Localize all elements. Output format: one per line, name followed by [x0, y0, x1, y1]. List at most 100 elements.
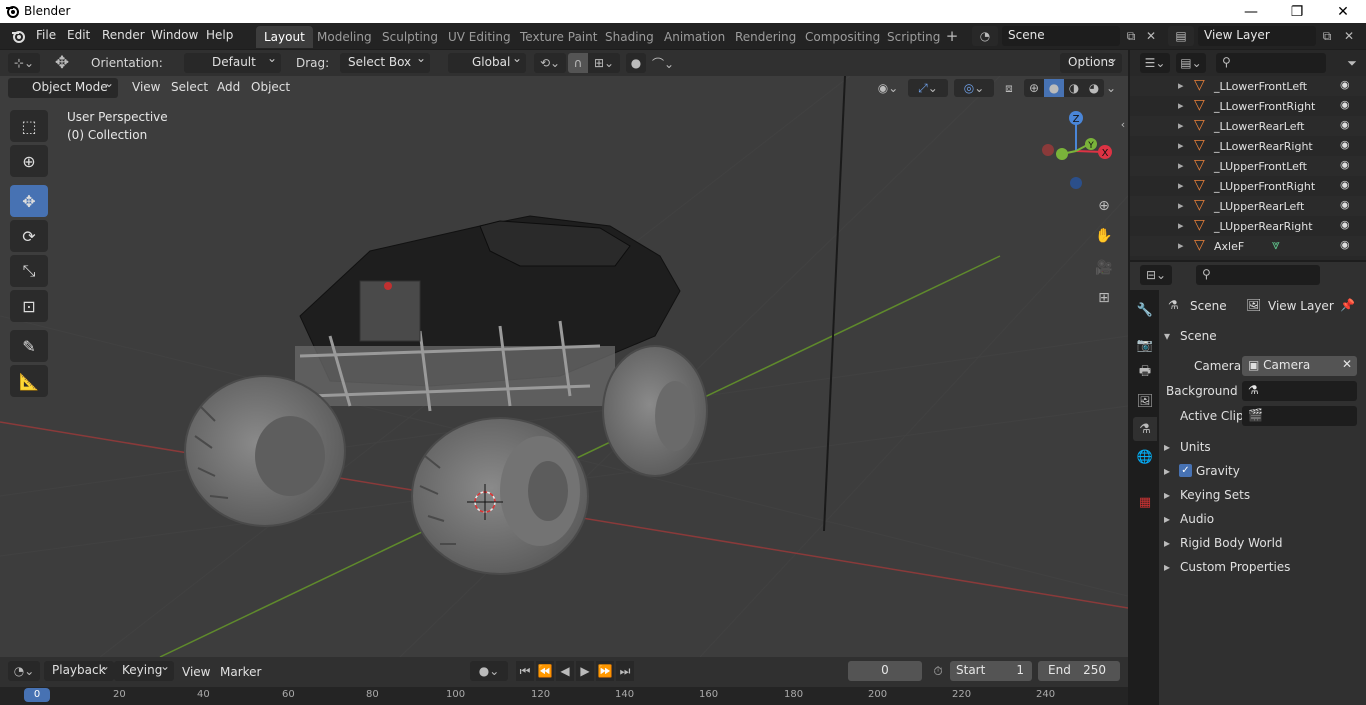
3d-viewport[interactable]: Object Mode View Select Add Object ◉⌄ ⤢⌄…: [0, 76, 1128, 657]
proportional-edit-icon[interactable]: ●: [626, 53, 646, 73]
outliner-item[interactable]: ▸ ▽ _LLowerFrontLeft ◉: [1130, 76, 1366, 96]
timeline-editor-type-icon[interactable]: ◔⌄: [8, 661, 40, 681]
tool-tab-icon[interactable]: 🔧: [1133, 298, 1157, 322]
scene-browse-icon[interactable]: ◔: [972, 26, 998, 46]
jump-keyframe-forward-icon[interactable]: ⏩: [596, 661, 614, 681]
start-frame-field[interactable]: Start 1: [950, 661, 1032, 681]
tab-compositing[interactable]: Compositing: [797, 26, 888, 48]
pin-icon[interactable]: 📌: [1340, 298, 1355, 312]
visibility-eye-icon[interactable]: ◉: [1340, 238, 1350, 251]
visibility-icon[interactable]: ◉⌄: [872, 79, 904, 97]
transform-tool-icon[interactable]: ⊡: [10, 290, 48, 322]
outliner-item[interactable]: ▸ ▽ _LLowerFrontRight ◉: [1130, 96, 1366, 116]
perspective-toggle-icon[interactable]: ⊞: [1092, 286, 1116, 310]
pivot-point-icon[interactable]: ⟲⌄: [534, 53, 566, 73]
visibility-eye-icon[interactable]: ◉: [1340, 78, 1350, 91]
outliner-item[interactable]: ▸ ▽ _LUpperRearLeft ◉: [1130, 196, 1366, 216]
playhead[interactable]: 0: [24, 688, 50, 702]
snap-target-icon[interactable]: ⊞⌄: [588, 53, 620, 73]
menu-file[interactable]: File: [36, 28, 56, 42]
snap-icon[interactable]: ∩: [568, 53, 588, 73]
outliner-editor-type-icon[interactable]: ☰⌄: [1140, 53, 1170, 73]
outliner-item[interactable]: ▸ ▽ AxleF ⩔ ◉: [1130, 236, 1366, 256]
clear-camera-icon[interactable]: ✕: [1342, 357, 1352, 371]
outliner-search-input[interactable]: ⚲: [1216, 53, 1326, 73]
auto-keying-icon[interactable]: ●⌄: [470, 661, 508, 681]
visibility-eye-icon[interactable]: ◉: [1340, 218, 1350, 231]
outliner-item[interactable]: ▸ ▽ _LLowerRearLeft ◉: [1130, 116, 1366, 136]
visibility-eye-icon[interactable]: ◉: [1340, 198, 1350, 211]
view-layer-name-field[interactable]: View Layer: [1198, 26, 1316, 46]
scene-tab-icon[interactable]: ⚗: [1133, 417, 1157, 441]
options-dropdown[interactable]: Options: [1060, 51, 1122, 73]
navigation-gizmo[interactable]: Z X Y: [1036, 106, 1116, 191]
minimize-button[interactable]: —: [1228, 0, 1274, 23]
audio-section[interactable]: Audio: [1180, 512, 1214, 526]
camera-view-icon[interactable]: 🎥: [1092, 256, 1116, 280]
tab-sculpting[interactable]: Sculpting: [374, 26, 446, 48]
tab-uv-editing[interactable]: UV Editing: [440, 26, 519, 48]
add-workspace-icon[interactable]: +: [942, 27, 962, 45]
play-icon[interactable]: ▶: [576, 661, 594, 681]
gizmo-toggle-icon[interactable]: ⤢ ⌄: [908, 79, 948, 97]
background-scene-field[interactable]: ⚗: [1242, 381, 1357, 401]
units-section[interactable]: Units: [1180, 440, 1211, 454]
tab-scripting[interactable]: Scripting: [879, 26, 948, 48]
camera-field[interactable]: ▣ Camera ✕: [1242, 356, 1357, 376]
view-layer-tab-icon[interactable]: 🖼: [1133, 389, 1157, 413]
gravity-section[interactable]: Gravity: [1196, 464, 1240, 478]
tab-modeling[interactable]: Modeling: [309, 26, 380, 48]
pan-hand-icon[interactable]: ✋: [1092, 224, 1116, 248]
menu-render[interactable]: Render: [102, 28, 145, 42]
menu-edit[interactable]: Edit: [67, 28, 90, 42]
tab-layout[interactable]: Layout: [256, 26, 313, 48]
object-mode-dropdown[interactable]: Object Mode: [8, 76, 118, 98]
close-window-button[interactable]: ✕: [1320, 0, 1366, 23]
timeline-menu-view[interactable]: View: [182, 665, 210, 679]
rigid-body-world-section[interactable]: Rigid Body World: [1180, 536, 1283, 550]
blender-menu-icon[interactable]: [10, 28, 26, 44]
display-mode-icon[interactable]: ▤⌄: [1176, 53, 1206, 73]
render-tab-icon[interactable]: 📷: [1133, 333, 1157, 357]
move-tool-button-icon[interactable]: ✥: [10, 185, 48, 217]
scale-tool-icon[interactable]: ⤡: [10, 255, 48, 287]
transform-orientation-dropdown[interactable]: Global: [448, 51, 526, 73]
rendered-shading-icon[interactable]: ◕: [1084, 79, 1104, 97]
properties-editor-type-icon[interactable]: ⊟⌄: [1140, 265, 1172, 285]
tab-animation[interactable]: Animation: [656, 26, 733, 48]
texture-tab-icon[interactable]: ▦: [1133, 490, 1157, 514]
outliner-item[interactable]: ▸ ▽ _LUpperRearRight ◉: [1130, 216, 1366, 236]
drag-dropdown[interactable]: Select Box: [340, 51, 430, 73]
wireframe-shading-icon[interactable]: ⊕: [1024, 79, 1044, 97]
play-reverse-icon[interactable]: ◀: [556, 661, 574, 681]
jump-start-icon[interactable]: ⏮: [516, 661, 534, 681]
zoom-icon[interactable]: ⊕: [1092, 194, 1116, 218]
properties-search-input[interactable]: ⚲: [1196, 265, 1320, 285]
jump-end-icon[interactable]: ⏭: [616, 661, 634, 681]
tab-texture-paint[interactable]: Texture Paint: [512, 26, 605, 48]
annotate-tool-icon[interactable]: ✎: [10, 330, 48, 362]
visibility-eye-icon[interactable]: ◉: [1340, 158, 1350, 171]
end-frame-field[interactable]: End 250: [1038, 661, 1120, 681]
scene-name-field[interactable]: Scene: [1002, 26, 1120, 46]
rotate-tool-icon[interactable]: ⟳: [10, 220, 48, 252]
visibility-eye-icon[interactable]: ◉: [1340, 178, 1350, 191]
view-layer-browse-icon[interactable]: ▤: [1168, 26, 1194, 46]
custom-properties-section[interactable]: Custom Properties: [1180, 560, 1290, 574]
panel-collapse-icon[interactable]: ▾: [1164, 329, 1170, 343]
filter-icon[interactable]: ⏷: [1342, 53, 1362, 73]
visibility-eye-icon[interactable]: ◉: [1340, 98, 1350, 111]
visibility-eye-icon[interactable]: ◉: [1340, 118, 1350, 131]
gravity-checkbox[interactable]: ✓: [1179, 464, 1192, 477]
delete-scene-icon[interactable]: ✕: [1142, 26, 1160, 46]
scene-panel-title[interactable]: Scene: [1180, 329, 1217, 343]
keying-dropdown[interactable]: Keying: [114, 659, 174, 681]
xray-icon[interactable]: ⧈: [1000, 79, 1018, 97]
timeline-menu-marker[interactable]: Marker: [220, 665, 261, 679]
keying-sets-section[interactable]: Keying Sets: [1180, 488, 1250, 502]
outliner-item[interactable]: ▸ ▽ _LLowerRearRight ◉: [1130, 136, 1366, 156]
timeline-ruler[interactable]: 0 20 40 60 80 100 120 140 160 180 200 22…: [0, 687, 1128, 705]
select-box-tool-icon[interactable]: ⬚: [10, 110, 48, 142]
menu-help[interactable]: Help: [206, 28, 233, 42]
viewport-menu-select[interactable]: Select: [171, 80, 208, 94]
